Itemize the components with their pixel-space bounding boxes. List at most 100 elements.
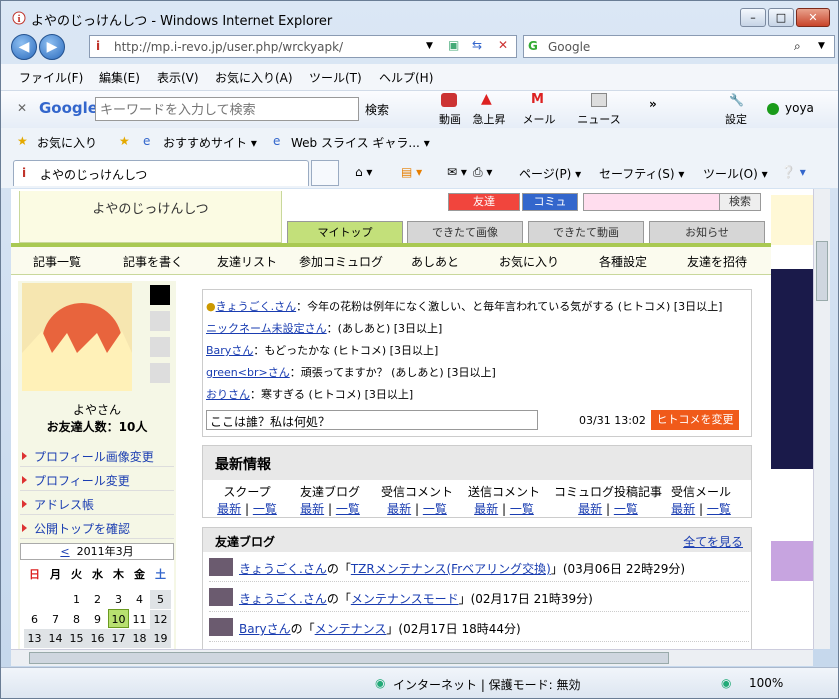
menu-help[interactable]: ヘルプ(H) — [379, 69, 433, 86]
menu-favorites[interactable]: お気に入り(A) — [215, 69, 293, 86]
close-toolbar-icon[interactable]: ✕ — [17, 101, 27, 115]
search-box[interactable]: G Google ⌕ ▼ — [523, 35, 835, 58]
calendar-day[interactable]: 1 — [66, 590, 87, 609]
home-icon[interactable]: ⌂ ▾ — [355, 165, 372, 179]
toolbar-settings[interactable]: 設定 — [719, 111, 753, 127]
nav-friends[interactable]: 友達リスト — [201, 253, 293, 270]
list-link[interactable]: 一覧 — [614, 502, 638, 516]
list-link[interactable]: 一覧 — [253, 502, 277, 516]
new-tab-button[interactable] — [311, 160, 339, 186]
calendar-day[interactable]: 19 — [150, 629, 171, 648]
more-icon[interactable]: » — [649, 97, 657, 111]
hitokome-change-button[interactable]: ヒトコメを変更 — [651, 410, 739, 430]
toolbar-mail[interactable]: メール — [519, 111, 559, 127]
tab-notices[interactable]: お知らせ — [649, 221, 765, 243]
user-name[interactable]: yoya — [785, 101, 814, 115]
tab-fresh-videos[interactable]: できたて動画 — [528, 221, 644, 243]
search-dropdown-icon[interactable]: ▼ — [818, 41, 825, 51]
blog-thumbnail[interactable] — [209, 558, 233, 576]
page-menu[interactable]: ページ(P) ▾ — [519, 165, 581, 182]
nav-settings[interactable]: 各種設定 — [577, 253, 669, 270]
latest-link[interactable]: 最新 — [578, 502, 602, 516]
menu-edit[interactable]: 編集(E) — [99, 69, 140, 86]
ad-thumbnail[interactable] — [771, 541, 813, 581]
feeds-icon[interactable]: ▤ ▾ — [401, 165, 422, 179]
mail-icon[interactable]: ✉ ▾ — [447, 165, 467, 179]
tab-mytop[interactable]: マイトップ — [287, 221, 403, 243]
stop-icon[interactable]: ✕ — [498, 38, 508, 52]
blog-title[interactable]: メンテナンス — [315, 622, 387, 636]
calendar-day[interactable]: 7 — [45, 610, 66, 629]
blog-user[interactable]: Baryさん — [239, 622, 291, 636]
calendar-day[interactable]: 13 — [24, 629, 45, 648]
blog-thumbnail[interactable] — [209, 618, 233, 636]
calendar-day[interactable]: 15 — [66, 629, 87, 648]
nav-community-log[interactable]: 参加コミュログ — [295, 253, 387, 270]
hitokome-user[interactable]: ニックネーム未設定さん — [206, 322, 327, 335]
zoom-level[interactable]: 100% — [749, 676, 783, 690]
blog-title[interactable]: TZRメンテナンス(Frベアリング交換) — [351, 562, 551, 576]
safety-menu[interactable]: セーフティ(S) ▾ — [599, 165, 684, 182]
list-link[interactable]: 一覧 — [510, 502, 534, 516]
link-profile-edit[interactable]: プロフィール変更 — [20, 469, 174, 491]
calendar-day[interactable]: 8 — [66, 610, 87, 629]
close-button[interactable]: ✕ — [796, 8, 830, 27]
calendar-day[interactable]: 12 — [150, 610, 171, 629]
calendar-prev[interactable]: < — [60, 545, 69, 558]
nav-favorites[interactable]: お気に入り — [483, 253, 575, 270]
latest-link[interactable]: 最新 — [300, 502, 324, 516]
profile-image[interactable] — [22, 283, 132, 391]
tab-active[interactable]: i よやのじっけんしつ — [13, 160, 309, 186]
toolbar-videos[interactable]: 動画 — [435, 111, 465, 127]
maximize-button[interactable]: □ — [768, 8, 794, 27]
calendar-day[interactable]: 10 — [108, 609, 129, 628]
horizontal-scrollbar[interactable] — [11, 649, 813, 666]
suggested-sites[interactable]: おすすめサイト ▾ — [163, 134, 257, 151]
webslice-gallery[interactable]: Web スライス ギャラ... ▾ — [291, 134, 430, 151]
latest-link[interactable]: 最新 — [387, 502, 411, 516]
tools-menu[interactable]: ツール(O) ▾ — [703, 165, 768, 182]
hitokome-input[interactable]: ここは誰？私は何処？ — [206, 410, 538, 430]
hitokome-user[interactable]: おりさん — [206, 388, 250, 401]
vertical-scrollbar[interactable] — [813, 189, 830, 649]
address-bar[interactable]: i http://mp.i-revo.jp/user.php/wrckyapk/… — [89, 35, 517, 58]
help-icon[interactable]: ❔ ▾ — [781, 165, 806, 179]
nav-write[interactable]: 記事を書く — [107, 253, 199, 270]
calendar-day[interactable]: 16 — [87, 629, 108, 648]
list-link[interactable]: 一覧 — [423, 502, 447, 516]
calendar-day[interactable]: 14 — [45, 629, 66, 648]
community-tab-button[interactable]: コミュ — [522, 193, 578, 211]
latest-link[interactable]: 最新 — [671, 502, 695, 516]
menu-tools[interactable]: ツール(T) — [309, 69, 362, 86]
tab-fresh-images[interactable]: できたて画像 — [407, 221, 523, 243]
dropdown-icon[interactable]: ▼ — [426, 41, 433, 51]
nav-articles[interactable]: 記事一覧 — [11, 253, 103, 270]
google-search-input[interactable] — [95, 97, 359, 121]
minimize-button[interactable]: – — [740, 8, 766, 27]
calendar-day[interactable]: 5 — [150, 590, 171, 609]
toolbar-news[interactable]: ニュース — [575, 111, 623, 127]
menu-view[interactable]: 表示(V) — [157, 69, 199, 86]
back-button[interactable]: ◀ — [11, 34, 37, 60]
toolbar-trending[interactable]: 急上昇 — [469, 111, 509, 127]
calendar-day[interactable]: 9 — [87, 610, 108, 629]
calendar-day[interactable]: 6 — [24, 610, 45, 629]
link-profile-image[interactable]: プロフィール画像変更 — [20, 445, 174, 467]
refresh-icon[interactable]: ⇆ — [472, 38, 482, 52]
calendar-day[interactable]: 18 — [129, 629, 150, 648]
print-icon[interactable]: ⎙ ▾ — [473, 165, 492, 180]
horizontal-scroll-thumb[interactable] — [29, 652, 669, 664]
blog-user[interactable]: きょうごく.さん — [239, 562, 327, 576]
favorites-button[interactable]: お気に入り — [37, 134, 97, 151]
search-icon[interactable]: ⌕ — [794, 39, 801, 54]
site-search-button[interactable]: 検索 — [719, 193, 761, 211]
nav-invite[interactable]: 友達を招待 — [671, 253, 763, 270]
vertical-scroll-thumb[interactable] — [816, 241, 828, 301]
friend-tab-button[interactable]: 友達 — [448, 193, 520, 211]
hitokome-user[interactable]: きょうごく.さん — [216, 300, 297, 313]
list-link[interactable]: 一覧 — [336, 502, 360, 516]
see-all-link[interactable]: 全てを見る — [683, 533, 743, 550]
calendar-day[interactable]: 17 — [108, 629, 129, 648]
latest-link[interactable]: 最新 — [217, 502, 241, 516]
link-public-top[interactable]: 公開トップを確認 — [20, 517, 174, 539]
